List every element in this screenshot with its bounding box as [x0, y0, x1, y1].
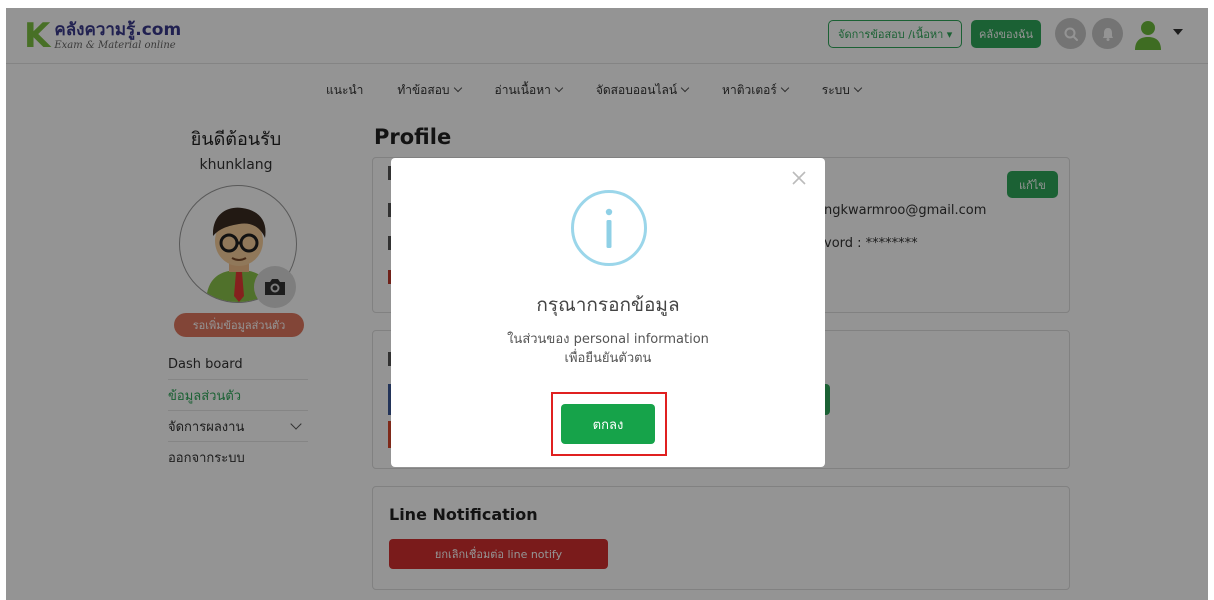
app-frame: K คลังความรู้.com Exam & Material online…	[6, 8, 1208, 600]
close-icon[interactable]	[789, 168, 809, 188]
dialog-message-line2: เพื่อยืนยันตัวตน	[564, 351, 652, 366]
info-icon	[571, 190, 647, 266]
dialog-message-line1: ในส่วนของ personal information	[507, 332, 709, 347]
dialog-title: กรุณากรอกข้อมูล	[536, 294, 680, 316]
ok-button[interactable]: ตกลง	[561, 404, 655, 444]
info-dialog: กรุณากรอกข้อมูล ในส่วนของ personal infor…	[391, 158, 825, 467]
